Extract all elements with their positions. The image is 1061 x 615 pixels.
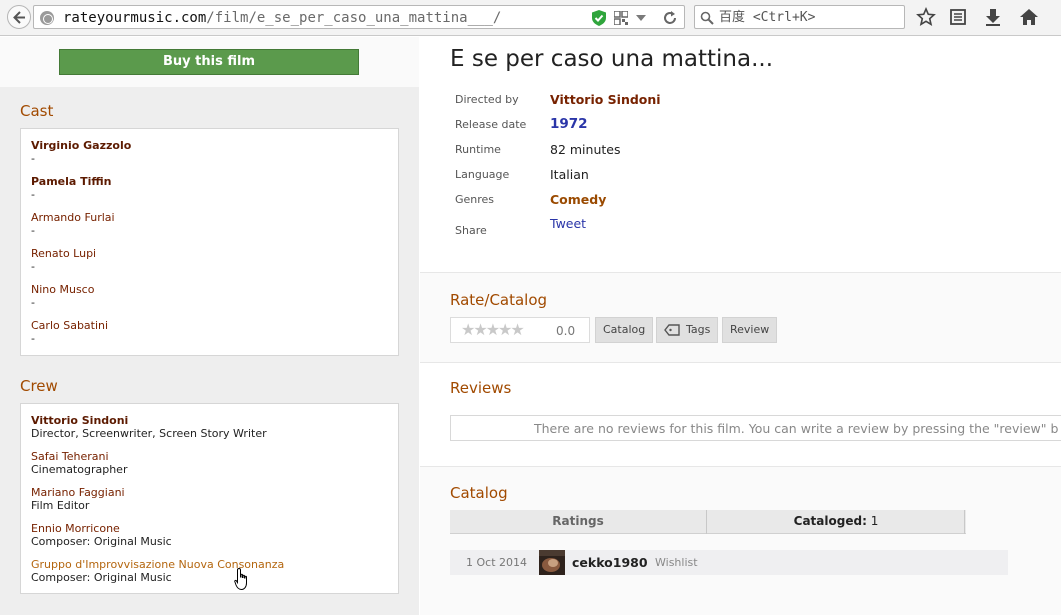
rating-score: 0.0 (556, 324, 576, 338)
history-dropdown-icon[interactable] (636, 15, 646, 21)
crew-member: Safai Teherani Cinematographer (31, 450, 127, 476)
cast-name-link[interactable]: Nino Musco (31, 283, 94, 296)
crew-member: Vittorio Sindoni Director, Screenwriter,… (31, 414, 267, 440)
cast-member: Virginio Gazzolo - (31, 139, 131, 165)
language-value: Italian (550, 167, 589, 182)
cast-name-link[interactable]: Carlo Sabatini (31, 319, 108, 332)
cast-member: Pamela Tiffin - (31, 175, 112, 201)
search-icon (700, 11, 714, 25)
review-button-label: Review (730, 323, 770, 336)
bookmarks-list-icon[interactable] (948, 7, 968, 27)
tab-cataloged-count: 1 (870, 514, 879, 528)
search-input[interactable]: 百度 <Ctrl+K> (719, 9, 815, 27)
reload-icon[interactable] (662, 10, 678, 26)
buy-strip: Buy this film (0, 37, 419, 87)
tab-cataloged[interactable]: Cataloged: 1 (708, 510, 965, 534)
crew-name-link[interactable]: Vittorio Sindoni (31, 414, 128, 427)
crew-member: Mariano Faggiani Film Editor (31, 486, 125, 512)
crew-role: Film Editor (31, 499, 90, 512)
info-label-genres: Genres (455, 193, 495, 206)
cast-role: - (31, 152, 35, 165)
download-icon[interactable] (983, 7, 1003, 27)
user-avatar-image (539, 550, 565, 575)
catalog-status: Wishlist (655, 556, 698, 569)
catalog-button[interactable]: Catalog (595, 317, 654, 343)
globe-icon (40, 11, 54, 25)
cast-role: - (31, 224, 35, 237)
shield-icon[interactable] (592, 10, 606, 26)
rating-widget[interactable]: ★★★★★ 0.0 (450, 317, 590, 343)
catalog-section (420, 466, 1061, 615)
cast-member: Armando Furlai - (31, 211, 115, 237)
info-label-release: Release date (455, 118, 527, 131)
crew-role: Cinematographer (31, 463, 128, 476)
cast-role: - (31, 296, 35, 309)
qr-code-icon[interactable] (614, 11, 628, 25)
cast-name-link[interactable]: Virginio Gazzolo (31, 139, 131, 152)
address-bar[interactable]: rateyourmusic.com/film/e_se_per_caso_una… (33, 5, 685, 29)
runtime-value: 82 minutes (550, 142, 621, 157)
star-rating-icons[interactable]: ★★★★★ (461, 322, 525, 338)
crew-name-link[interactable]: Safai Teherani (31, 450, 109, 463)
cast-member: Carlo Sabatini - (31, 319, 108, 345)
tag-icon (664, 324, 680, 336)
buy-film-button[interactable]: Buy this film (59, 49, 359, 75)
tags-button[interactable]: Tags (656, 317, 719, 343)
reviews-title: Reviews (450, 379, 512, 397)
crew-role: Composer: Original Music (31, 535, 172, 548)
left-column: Buy this film Cast Virginio Gazzolo - Pa… (0, 37, 419, 615)
url-path: /film/e_se_per_caso_una_mattina___/ (206, 10, 502, 26)
crew-box: Vittorio Sindoni Director, Screenwriter,… (20, 403, 399, 594)
catalog-user-link[interactable]: cekko1980 (572, 555, 648, 570)
info-label-director: Directed by (455, 93, 519, 106)
browser-toolbar: rateyourmusic.com/film/e_se_per_caso_una… (0, 0, 1061, 36)
genre-link[interactable]: Comedy (550, 192, 606, 207)
tags-button-label: Tags (686, 323, 711, 336)
cast-member: Renato Lupi - (31, 247, 96, 273)
crew-name-link[interactable]: Mariano Faggiani (31, 486, 125, 499)
bookmark-star-icon[interactable] (916, 7, 936, 27)
reviews-empty-text: There are no reviews for this film. You … (534, 421, 1059, 436)
cast-name-link[interactable]: Armando Furlai (31, 211, 115, 224)
info-label-language: Language (455, 168, 510, 181)
cast-title: Cast (20, 102, 54, 120)
catalog-title: Catalog (450, 484, 508, 502)
url-text[interactable]: rateyourmusic.com/film/e_se_per_caso_una… (63, 9, 501, 27)
reviews-section (420, 362, 1061, 466)
catalog-button-label: Catalog (603, 323, 646, 336)
cast-role: - (31, 188, 35, 201)
info-label-share: Share (455, 224, 487, 237)
cast-member: Nino Musco - (31, 283, 94, 309)
back-button[interactable] (7, 5, 31, 29)
arrow-left-icon (13, 11, 25, 24)
review-button[interactable]: Review (722, 317, 778, 343)
crew-role: Director, Screenwriter, Screen Story Wri… (31, 427, 267, 440)
avatar[interactable] (539, 550, 565, 575)
cast-name-link[interactable]: Renato Lupi (31, 247, 96, 260)
search-bar[interactable]: 百度 <Ctrl+K> (694, 5, 905, 29)
film-title: E se per caso una mattina... (450, 46, 773, 72)
tweet-link[interactable]: Tweet (550, 216, 586, 231)
hand-cursor-icon (234, 567, 247, 591)
cast-name-link[interactable]: Pamela Tiffin (31, 175, 112, 188)
reviews-empty-box: There are no reviews for this film. You … (450, 415, 1061, 441)
tab-ratings[interactable]: Ratings (450, 510, 707, 534)
cast-role: - (31, 260, 35, 273)
home-icon[interactable] (1019, 7, 1039, 27)
tab-cataloged-label: Cataloged: (793, 514, 867, 528)
url-host: rateyourmusic.com (63, 10, 207, 26)
release-year-link[interactable]: 1972 (550, 116, 588, 132)
crew-name-link[interactable]: Ennio Morricone (31, 522, 120, 535)
crew-title: Crew (20, 377, 58, 395)
info-label-runtime: Runtime (455, 143, 501, 156)
crew-member: Ennio Morricone Composer: Original Music (31, 522, 172, 548)
catalog-date: 1 Oct 2014 (466, 556, 528, 569)
cast-box: Virginio Gazzolo - Pamela Tiffin - Arman… (20, 128, 399, 356)
director-link[interactable]: Vittorio Sindoni (550, 92, 661, 107)
cast-role: - (31, 332, 35, 345)
catalog-row: 1 Oct 2014 cekko1980 Wishlist (450, 550, 1008, 575)
rate-catalog-title: Rate/Catalog (450, 291, 548, 309)
catalog-tabs: Ratings Cataloged: 1 (450, 510, 966, 534)
